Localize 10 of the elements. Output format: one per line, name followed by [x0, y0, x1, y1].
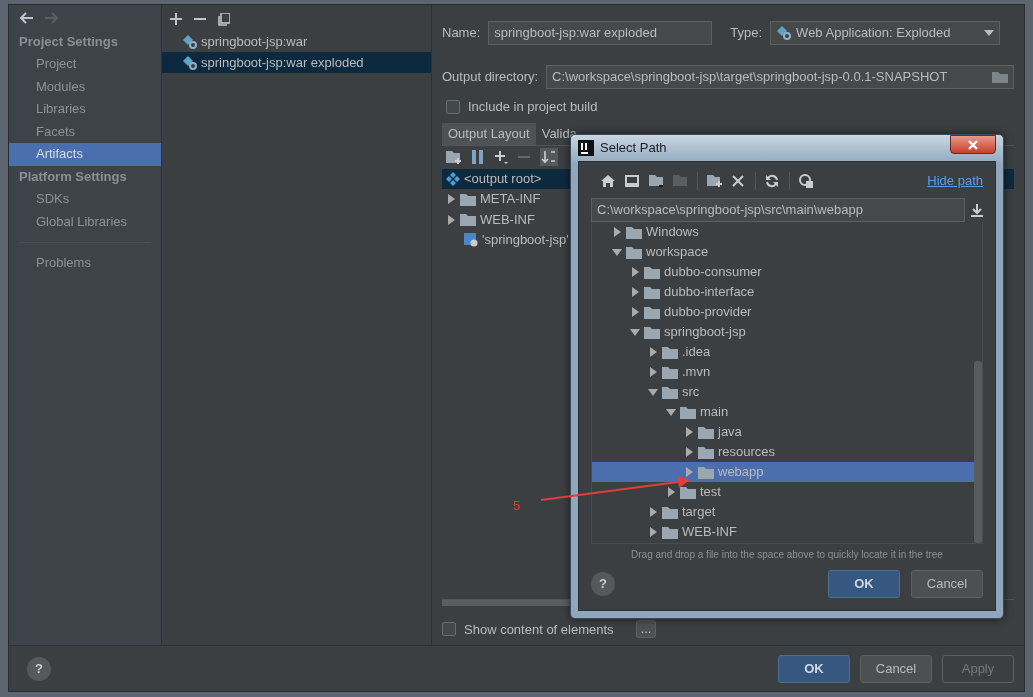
- section-heading: Platform Settings: [18, 167, 128, 186]
- checkbox-label: Show content of elements: [464, 620, 614, 639]
- annotation-label: 5: [513, 497, 521, 515]
- field-label: Output directory:: [442, 68, 539, 87]
- checkbox-label: Include in project build: [468, 98, 598, 116]
- field-label: Type:: [730, 24, 763, 43]
- section-heading: Project Settings: [18, 33, 119, 51]
- hint-text: Drag and drop a file into the space above to quickly locate it in the tree: [630, 548, 944, 562]
- dialog-title: Select Path: [600, 139, 667, 158]
- field-label: Name:: [442, 24, 481, 43]
